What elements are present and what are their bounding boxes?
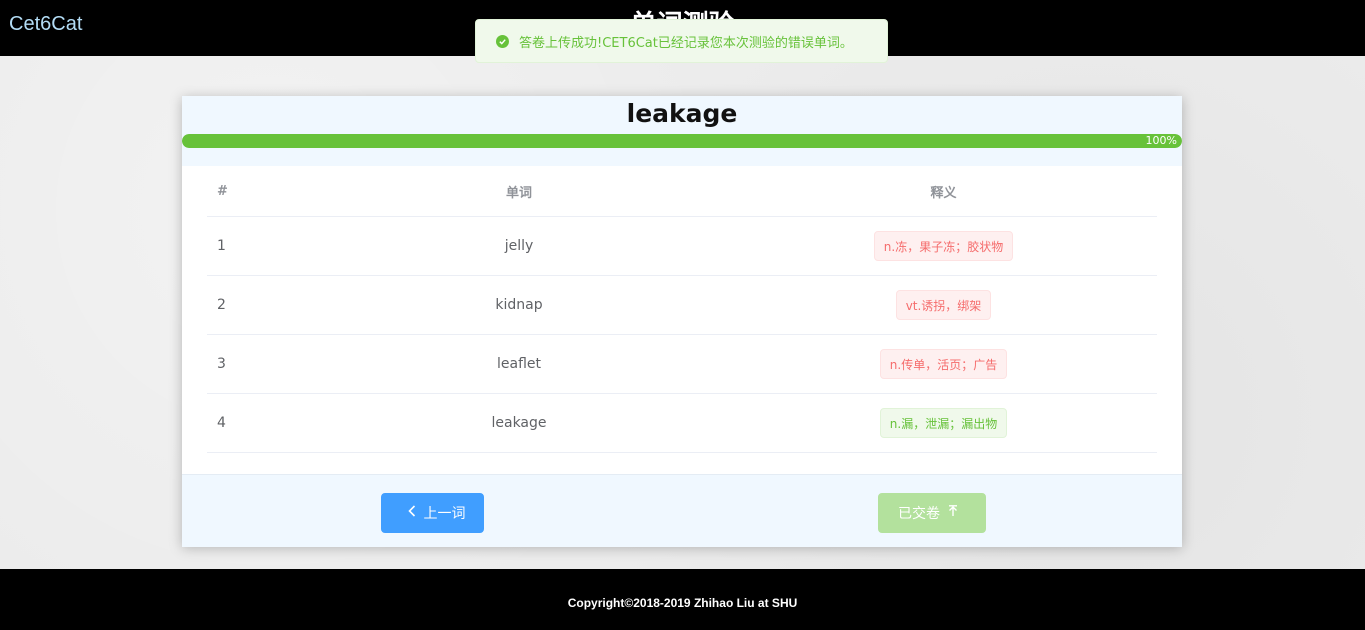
column-header-word: 单词 [308, 166, 730, 217]
chevron-left-icon [407, 505, 416, 521]
arrow-up-icon [948, 505, 958, 521]
current-word: leakage [626, 99, 738, 128]
column-header-index: # [207, 166, 308, 217]
column-header-meaning: 释义 [730, 166, 1157, 217]
progress-bar: 100% [182, 134, 1182, 148]
meaning-tag: n.冻，果子冻；胶状物 [873, 231, 1014, 261]
quiz-card-header: leakage 100% [182, 96, 1182, 166]
row-word: leaflet [308, 334, 730, 394]
table-row: 1 jelly n.冻，果子冻；胶状物 [207, 216, 1157, 276]
wrong-words-table: # 单词 释义 1 jelly n.冻，果子冻；胶状物 2 kidnap vt.诱拐，绑架… [207, 166, 1157, 453]
quiz-card-footer: 上一词 已交卷 [182, 474, 1182, 547]
progress-bar-fill: 100% [182, 134, 1182, 148]
copyright-text: Copyright©2018-2019 Zhihao Liu at SHU [567, 596, 798, 610]
table-header-row: # 单词 释义 [207, 166, 1157, 217]
row-index: 1 [207, 216, 308, 276]
meaning-tag: n.传单，活页；广告 [879, 349, 1008, 379]
meaning-tag: n.漏，泄漏；漏出物 [879, 408, 1008, 438]
meaning-tag: vt.诱拐，绑架 [895, 290, 992, 320]
previous-word-button[interactable]: 上一词 [381, 493, 484, 533]
quiz-card: leakage 100% # 单词 释义 1 jelly n.冻，果子冻；胶状物 2 k… [182, 96, 1182, 547]
row-meaning-cell: n.冻，果子冻；胶状物 [730, 216, 1157, 276]
row-index: 4 [207, 393, 308, 453]
row-word: jelly [308, 216, 730, 276]
check-circle-icon [496, 34, 509, 48]
table-row: 4 leakage n.漏，泄漏；漏出物 [207, 393, 1157, 453]
row-word: leakage [308, 393, 730, 453]
row-word: kidnap [308, 275, 730, 335]
previous-word-label: 上一词 [423, 506, 466, 522]
toast-message: 答卷上传成功!CET6Cat已经记录您本次测验的错误单词。 [519, 35, 853, 51]
row-meaning-cell: vt.诱拐，绑架 [730, 275, 1157, 335]
submitted-label: 已交卷 [898, 506, 940, 522]
table-row: 3 leaflet n.传单，活页；广告 [207, 334, 1157, 394]
row-index: 3 [207, 334, 308, 394]
row-meaning-cell: n.传单，活页；广告 [730, 334, 1157, 394]
submitted-button[interactable]: 已交卷 [878, 493, 986, 533]
progress-label: 100% [1145, 134, 1177, 147]
page-footer: Copyright©2018-2019 Zhihao Liu at SHU [0, 569, 1365, 630]
table-row: 2 kidnap vt.诱拐，绑架 [207, 275, 1157, 335]
row-index: 2 [207, 275, 308, 335]
row-meaning-cell: n.漏，泄漏；漏出物 [730, 393, 1157, 453]
success-toast: 答卷上传成功!CET6Cat已经记录您本次测验的错误单词。 [475, 19, 888, 63]
